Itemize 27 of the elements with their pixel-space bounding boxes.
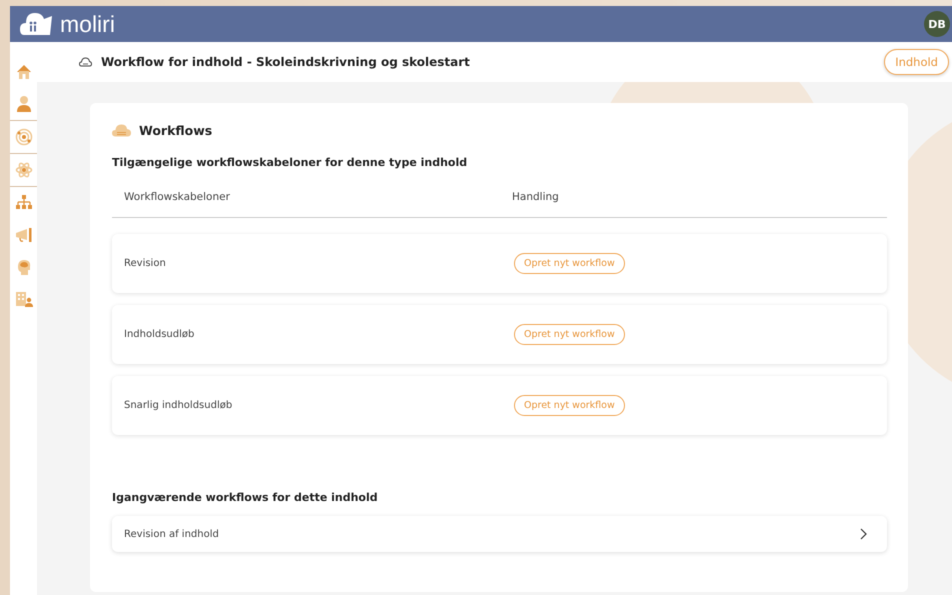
content-button[interactable]: Indhold: [884, 49, 949, 75]
person-icon[interactable]: [14, 95, 32, 113]
column-header: Workflowskabeloner: [124, 191, 231, 203]
chevron-right-icon: [860, 528, 867, 540]
orbit-icon[interactable]: [14, 128, 32, 146]
user-avatar[interactable]: DB: [924, 11, 950, 37]
template-name: Indholdsudløb: [124, 329, 196, 340]
card-title: Workflows: [139, 123, 212, 138]
hierarchy-icon[interactable]: [14, 194, 32, 212]
home-icon[interactable]: [14, 63, 32, 81]
section-heading: Igangværende workflows for dette indhold: [112, 491, 379, 504]
template-name: Snarlig indholdsudløb: [124, 400, 234, 411]
section-heading: Tilgængelige workflowskabeloner for denne type indhold: [112, 156, 468, 169]
cloud-icon: [79, 57, 92, 67]
logo-icon: [20, 11, 54, 37]
page-title: Workflow for indhold - Skoleindskrivning og skolestart: [101, 55, 470, 69]
create-workflow-button[interactable]: Opret nyt workflow: [514, 253, 625, 274]
megaphone-icon[interactable]: [14, 226, 32, 244]
atom-icon[interactable]: [14, 161, 32, 179]
logo-text: moliri: [60, 10, 115, 38]
template-name: Revision: [124, 258, 167, 269]
building-person-icon[interactable]: [14, 290, 32, 308]
cloud-icon: [112, 124, 131, 137]
column-header: Handling: [512, 191, 560, 203]
create-workflow-button[interactable]: Opret nyt workflow: [514, 395, 625, 416]
ongoing-workflow-item[interactable]: Revision af indhold: [112, 516, 887, 552]
create-workflow-button[interactable]: Opret nyt workflow: [514, 324, 625, 345]
